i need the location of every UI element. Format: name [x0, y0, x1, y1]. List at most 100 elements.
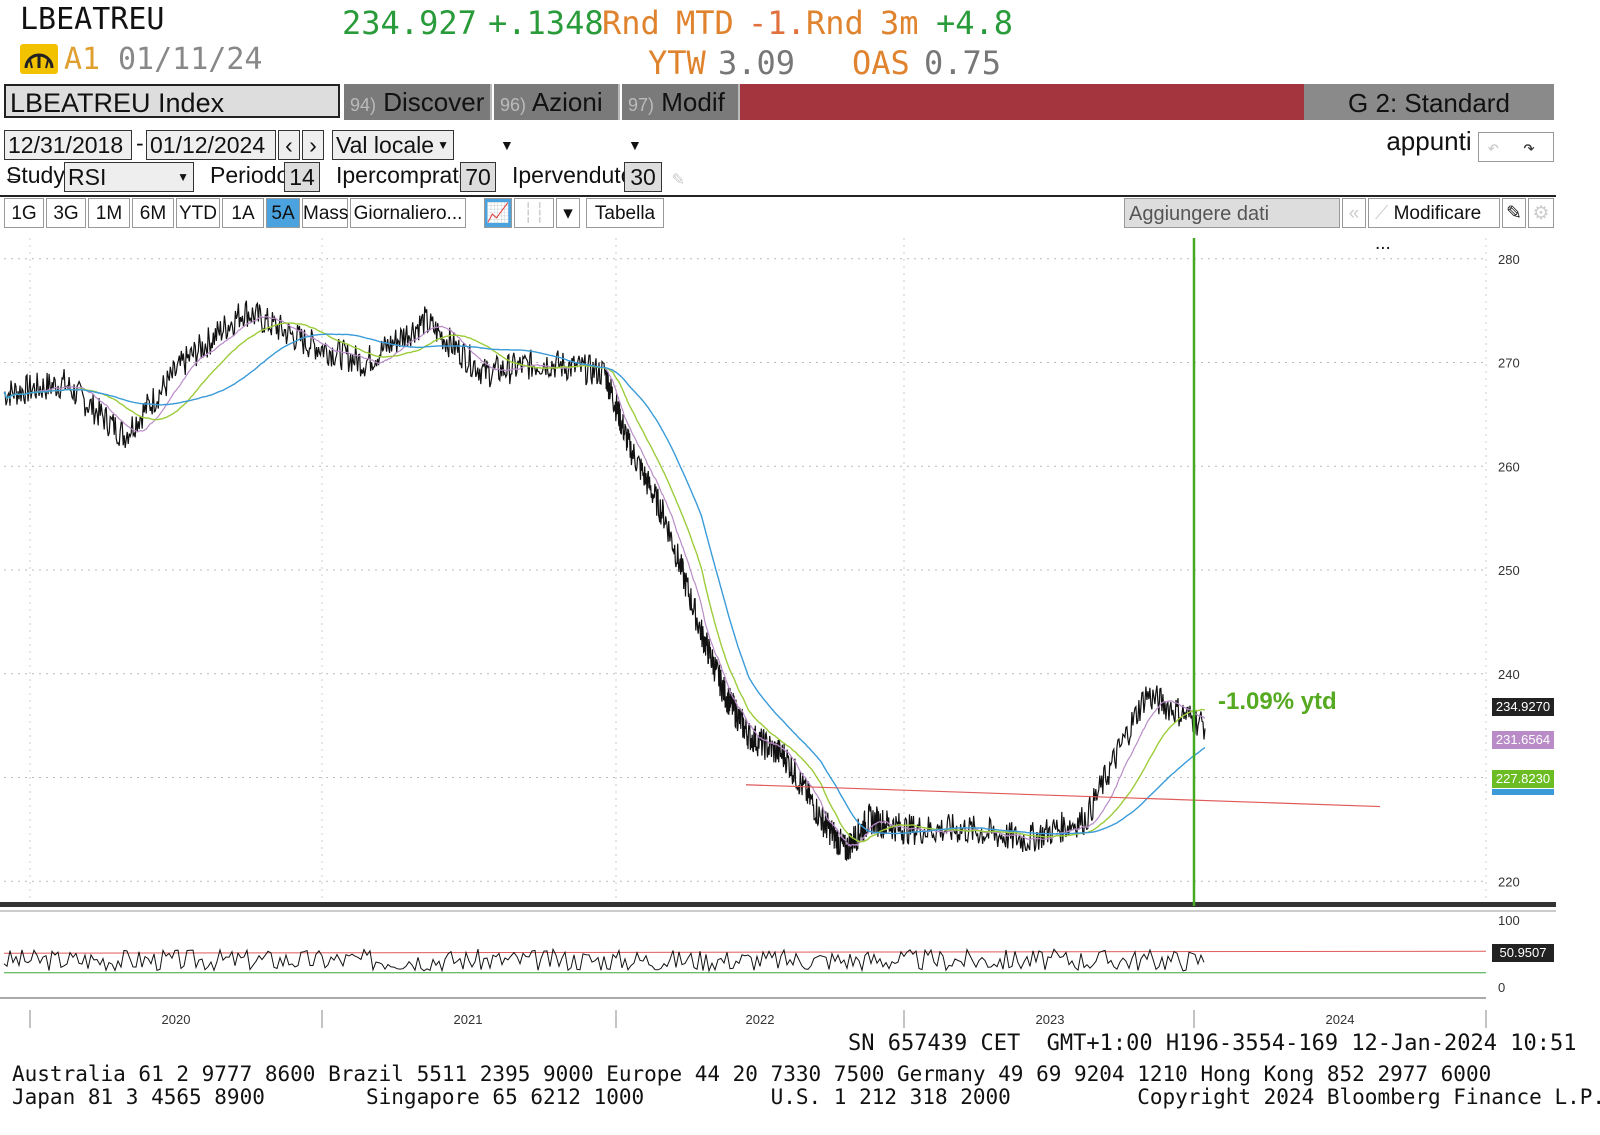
ma-mid-label: 227.8230	[1492, 770, 1554, 788]
last-price: 234.927	[342, 4, 477, 42]
ma-long-label	[1492, 789, 1554, 795]
modify-button[interactable]: ⟋ Modificare ...	[1368, 198, 1500, 254]
menu-label: Discover	[383, 87, 485, 117]
edit-icon[interactable]: ✎	[1502, 198, 1526, 228]
oversold-input[interactable]: 30	[624, 162, 662, 192]
undo-icon[interactable]: ↶	[1487, 135, 1499, 159]
add-data-input[interactable]: Aggiungere dati	[1124, 198, 1340, 228]
x-tick-label: 2024	[1326, 1012, 1355, 1027]
discover-menu[interactable]: 94) Discover ▼	[344, 84, 492, 153]
y-tick-label: 250	[1498, 563, 1520, 578]
m3-value: +4.8	[936, 4, 1014, 42]
price-series-line	[3, 300, 1206, 861]
study-value: RSI	[68, 164, 107, 190]
ticker: LBEATREU	[20, 2, 165, 37]
tab-6m[interactable]: 6M	[132, 198, 174, 228]
modif-menu[interactable]: 97) Modif ▼	[622, 84, 740, 153]
start-date: 12/31/2018	[8, 132, 124, 158]
x-tick-label: 2023	[1036, 1012, 1065, 1027]
y-tick-label: 240	[1498, 667, 1520, 682]
mtd-value: -1.	[748, 4, 806, 42]
ytw-value: 3.09	[718, 44, 796, 82]
table-button[interactable]: Tabella	[586, 198, 664, 228]
pencil-icon[interactable]: ✎	[672, 166, 684, 190]
rnd-label-2: Rnd	[806, 4, 864, 42]
pencil-icon: ⟋	[1375, 203, 1389, 224]
panel-divider	[0, 902, 1556, 907]
x-tick-label: 2022	[746, 1012, 775, 1027]
oas-value: 0.75	[924, 44, 1002, 82]
gauge-icon[interactable]	[20, 44, 58, 74]
tab-5a[interactable]: 5A	[266, 198, 300, 228]
end-date-input[interactable]: 01/12/2024 ▭	[146, 130, 276, 184]
quote-date: 01/11/24	[118, 42, 263, 77]
price-chart[interactable]: 2202302402502602702800100202020212022202…	[0, 228, 1600, 1036]
ma-short-label: 231.6564	[1492, 731, 1554, 749]
currency-value: Val locale	[336, 132, 435, 158]
tab-3g[interactable]: 3G	[46, 198, 86, 228]
last-price-label: 234.9270	[1492, 698, 1554, 716]
tab-giornaliero[interactable]: Giornaliero...	[350, 198, 466, 228]
chevron-down-icon: ▼	[177, 170, 189, 184]
chevron-down-icon[interactable]: ▾	[556, 198, 580, 228]
ytw-label: YTW	[648, 44, 706, 82]
rating: A1	[64, 42, 101, 77]
bar-chart-icon[interactable]: ┆┆	[514, 198, 554, 228]
collapse-icon[interactable]: «	[1342, 198, 1366, 228]
chevron-down-icon: ▼	[437, 138, 449, 152]
study-label: Study	[6, 162, 65, 188]
mtd-label: MTD	[676, 4, 734, 42]
tab-ytd[interactable]: YTD	[176, 198, 220, 228]
oas-label: OAS	[852, 44, 910, 82]
menu-num: 96)	[500, 95, 527, 115]
y-tick-label: 280	[1498, 252, 1520, 267]
prev-arrow-icon[interactable]: ‹	[278, 130, 300, 160]
currency-select[interactable]: Val locale ▼	[332, 130, 454, 160]
next-arrow-icon[interactable]: ›	[302, 130, 324, 160]
gear-icon[interactable]: ⚙	[1528, 198, 1554, 228]
period-label: Periodo	[210, 162, 290, 188]
ma-mid-line	[3, 322, 1206, 843]
ytd-annotation: -1.09% ytd	[1218, 688, 1337, 715]
y-tick-label: 220	[1498, 874, 1520, 889]
tab-1m[interactable]: 1M	[88, 198, 130, 228]
y-tick-label: 270	[1498, 356, 1520, 371]
overbought-label: Ipercomprato	[336, 162, 472, 188]
session-info: SN 657439 CET GMT+1:00 H196-3554-169 12-…	[848, 1031, 1577, 1056]
chart-series	[0, 238, 1556, 1028]
menu-num: 97)	[628, 95, 655, 115]
x-tick-label: 2021	[454, 1012, 483, 1027]
menu-label: Modif	[661, 87, 725, 117]
ma-short-line	[3, 315, 1206, 848]
rsi-label: 50.9507	[1492, 944, 1554, 962]
rsi-tick-label: 0	[1498, 980, 1505, 995]
period-input[interactable]: 14	[284, 162, 320, 192]
azioni-menu[interactable]: 96) Azioni ▼	[494, 84, 620, 153]
tab-1a[interactable]: 1A	[222, 198, 264, 228]
range-dash: -	[136, 130, 144, 156]
contact-line-1: Australia 61 2 9777 8600 Brazil 5511 239…	[12, 1062, 1492, 1086]
y-tick-label: 260	[1498, 459, 1520, 474]
x-tick-label: 2020	[162, 1012, 191, 1027]
tab-mass[interactable]: Mass	[302, 198, 348, 228]
line-chart-icon[interactable]: 📈	[484, 198, 512, 228]
menu-label: Azioni	[531, 87, 603, 117]
redo-icon[interactable]: ↷	[1523, 135, 1535, 159]
price-change: +.1348	[488, 4, 604, 42]
overbought-input[interactable]: 70	[460, 162, 496, 192]
tab-1g[interactable]: 1G	[4, 198, 44, 228]
m3-label: 3m	[880, 4, 919, 42]
undo-redo-group: ↶ ↷	[1478, 132, 1554, 162]
end-date: 01/12/2024	[150, 132, 266, 158]
rsi-tick-label: 100	[1498, 913, 1520, 928]
template-label[interactable]: G 2: Standard appunti	[1304, 84, 1554, 156]
study-select[interactable]: RSI ▼	[64, 162, 194, 192]
ma-long-line	[3, 333, 1206, 835]
security-input[interactable]: LBEATREU Index	[4, 84, 340, 118]
chevron-down-icon: ▼	[628, 137, 642, 153]
command-bar[interactable]	[740, 84, 1304, 120]
chevron-down-icon: ▼	[500, 137, 514, 153]
start-date-input[interactable]: 12/31/2018 ▭	[4, 130, 132, 184]
overbought-line	[3, 950, 1487, 954]
oversold-label: Ipervenduto	[512, 162, 634, 188]
